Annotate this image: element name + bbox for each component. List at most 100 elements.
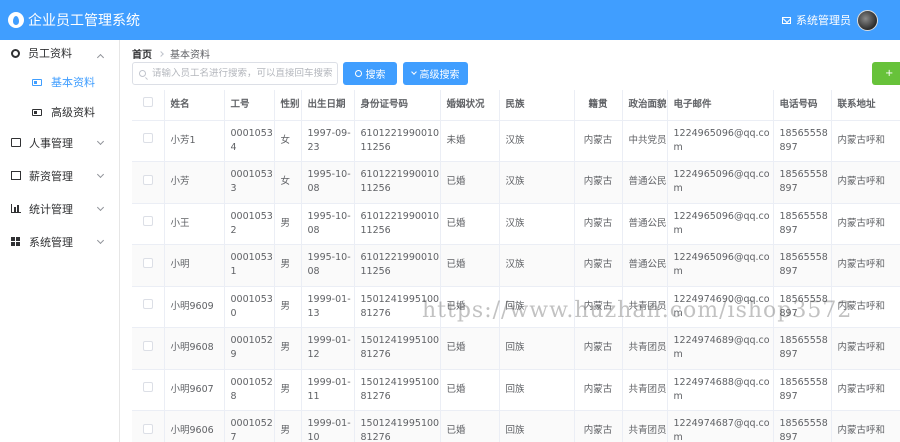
table-cell: 男 xyxy=(274,203,302,245)
checkbox[interactable] xyxy=(142,174,153,185)
chart-icon xyxy=(11,204,21,213)
table-cell: 610122199001011256 xyxy=(354,161,441,204)
table-cell: 1999-01-10 xyxy=(301,410,355,442)
table-cell: 内蒙古 xyxy=(574,161,623,204)
table-cell: 1224965096@qq.com xyxy=(667,244,774,287)
row-select-cell[interactable] xyxy=(132,410,165,442)
row-select-cell[interactable] xyxy=(132,327,165,370)
table-row[interactable]: 小王 00010532 男 1995-10-08 610122199001011256 已… xyxy=(132,203,900,245)
user-name[interactable]: 系统管理员 xyxy=(796,12,851,28)
table-cell: 00010531 xyxy=(224,244,275,287)
table-cell: 内蒙古 xyxy=(574,410,623,442)
checkbox[interactable] xyxy=(142,257,153,268)
sidebar-subitem-label: 基本资料 xyxy=(51,76,95,89)
row-select-cell[interactable] xyxy=(132,161,165,204)
search-field[interactable] xyxy=(132,62,338,85)
table-cell: 1224965096@qq.com xyxy=(667,120,774,162)
column-header: 电子邮件 xyxy=(667,90,774,121)
table-cell: 共青团员 xyxy=(622,286,668,328)
row-select-cell[interactable] xyxy=(132,244,165,287)
sidebar-item-hr[interactable]: 人事管理 xyxy=(0,126,119,159)
search-button[interactable]: 搜索 xyxy=(343,62,397,85)
row-select-cell[interactable] xyxy=(132,203,165,245)
table-cell: 00010529 xyxy=(224,327,275,370)
advanced-search-label: 高级搜索 xyxy=(419,70,460,81)
table-cell: 1224974687@qq.com xyxy=(667,410,774,442)
table-cell: 已婚 xyxy=(440,244,500,287)
avatar[interactable] xyxy=(857,9,878,31)
table-cell: 小芳1 xyxy=(164,120,225,162)
table-row[interactable]: 小明9607 00010528 男 1999-01-11 150124199510081… xyxy=(132,369,900,411)
sidebar-item-label: 人事管理 xyxy=(29,136,73,150)
table-cell: 1224965096@qq.com xyxy=(667,203,774,245)
checkbox[interactable] xyxy=(142,216,153,227)
row-select-cell[interactable] xyxy=(132,120,165,162)
table-cell: 1224965096@qq.com xyxy=(667,161,774,204)
sidebar-item-statistics[interactable]: 统计管理 xyxy=(0,192,119,225)
table-cell: 已婚 xyxy=(440,327,500,370)
checkbox[interactable] xyxy=(142,423,153,434)
chevron-up-icon xyxy=(96,53,105,62)
row-select-cell[interactable] xyxy=(132,286,165,328)
advanced-search-button[interactable]: 高级搜索 xyxy=(403,62,468,85)
app-title: 企业员工管理系统 xyxy=(28,13,140,29)
table-cell: 小明9608 xyxy=(164,327,225,370)
table-row[interactable]: 小明9606 00010527 男 1999-01-10 150124199510081… xyxy=(132,410,900,442)
table-cell: 小明 xyxy=(164,244,225,287)
search-input[interactable] xyxy=(152,68,332,79)
table-cell: 00010528 xyxy=(224,369,275,411)
table-cell: 内蒙古呼和 xyxy=(831,244,900,287)
table-cell: 内蒙古 xyxy=(574,327,623,370)
sidebar-item-employee-info[interactable]: 员工资料 xyxy=(0,40,119,66)
column-header: 民族 xyxy=(499,90,575,121)
table-row[interactable]: 小芳1 00010534 女 1997-09-23 610122199001011256… xyxy=(132,120,900,162)
sidebar-item-system[interactable]: 系统管理 xyxy=(0,225,119,258)
checkbox[interactable] xyxy=(142,133,153,144)
table-cell: 内蒙古呼和 xyxy=(831,286,900,328)
table-row[interactable]: 小明 00010531 男 1995-10-08 610122199001011256 已… xyxy=(132,244,900,287)
column-header: 出生日期 xyxy=(301,90,355,121)
table-row[interactable]: 小芳 00010533 女 1995-10-08 610122199001011256 已… xyxy=(132,161,900,204)
chevron-down-icon xyxy=(96,137,105,146)
table-cell: 已婚 xyxy=(440,161,500,204)
table-cell: 1997-09-23 xyxy=(301,120,355,162)
table-cell: 中共党员 xyxy=(622,120,668,162)
checkbox[interactable] xyxy=(142,382,153,393)
checkbox[interactable] xyxy=(142,97,153,108)
table-row[interactable]: 小明9609 00010530 男 1999-01-13 150124199510081… xyxy=(132,286,900,328)
breadcrumb-home[interactable]: 首页 xyxy=(132,46,152,61)
sidebar-item-label: 员工资料 xyxy=(28,47,72,60)
row-select-cell[interactable] xyxy=(132,369,165,411)
sidebar-item-salary[interactable]: 薪资管理 xyxy=(0,159,119,192)
sidebar-subitem-advanced-info[interactable]: 高级资料 xyxy=(0,98,119,126)
checkbox[interactable] xyxy=(142,299,153,310)
select-all-checkbox[interactable] xyxy=(132,90,165,121)
table-cell: 内蒙古呼和 xyxy=(831,410,900,442)
table-cell: 610122199001011256 xyxy=(354,244,441,287)
card-icon xyxy=(32,78,42,86)
breadcrumb-current: 基本资料 xyxy=(170,50,210,61)
table-cell: 1995-10-08 xyxy=(301,161,355,204)
column-header: 籍贯 xyxy=(574,90,623,121)
table-cell: 共青团员 xyxy=(622,410,668,442)
table-row[interactable]: 小明9608 00010529 男 1999-01-12 150124199510081… xyxy=(132,327,900,370)
table-cell: 回族 xyxy=(499,327,575,370)
table-cell: 汉族 xyxy=(499,203,575,245)
table-cell: 回族 xyxy=(499,286,575,328)
table-cell: 内蒙古 xyxy=(574,244,623,287)
checkbox[interactable] xyxy=(142,340,153,351)
table-cell: 已婚 xyxy=(440,286,500,328)
table-cell: 汉族 xyxy=(499,161,575,204)
table-cell: 1224974689@qq.com xyxy=(667,327,774,370)
sidebar-subitem-basic-info[interactable]: 基本资料 xyxy=(0,66,119,98)
table-cell: 18565558897 xyxy=(773,203,832,245)
table-cell: 小芳 xyxy=(164,161,225,204)
table-cell: 1999-01-13 xyxy=(301,286,355,328)
table-cell: 普通公民 xyxy=(622,244,668,287)
table-cell: 00010527 xyxy=(224,410,275,442)
table-cell: 150124199510081276 xyxy=(354,369,441,411)
user-menu[interactable]: 系统管理员 xyxy=(782,0,900,40)
add-employee-button[interactable]: + xyxy=(872,62,900,85)
table-cell: 1224974688@qq.com xyxy=(667,369,774,411)
table-cell: 共青团员 xyxy=(622,327,668,370)
